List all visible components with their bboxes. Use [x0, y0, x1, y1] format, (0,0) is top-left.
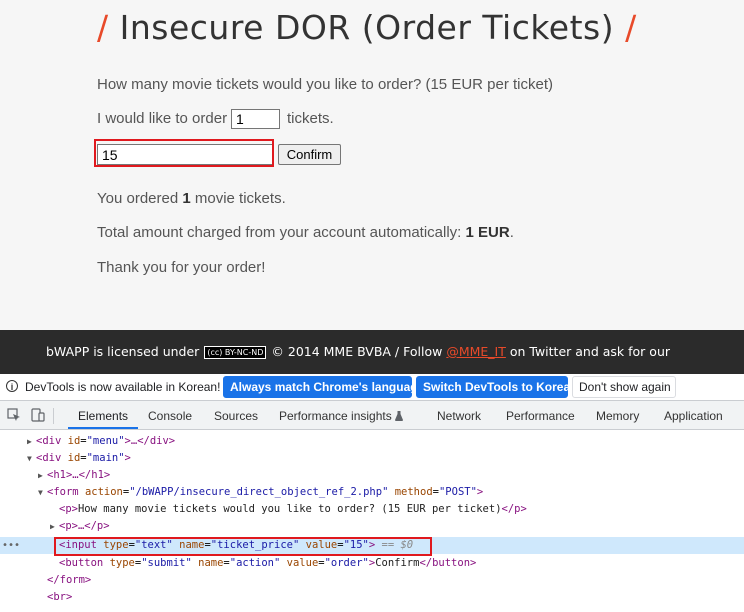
tree-row-br[interactable]: <br>	[0, 589, 744, 606]
node-div-main: <div id="main">	[36, 452, 131, 464]
tab-memory[interactable]: Memory	[596, 409, 639, 423]
tab-performance[interactable]: Performance	[506, 409, 575, 423]
always-match-language-button[interactable]: Always match Chrome's language	[223, 376, 424, 398]
footer-text: bWAPP is licensed under (cc) BY-NC-ND © 20…	[46, 344, 670, 359]
switch-to-korean-button[interactable]: Switch DevTools to Korean	[416, 376, 577, 398]
total-prefix: Total amount charged from your account a…	[97, 224, 462, 241]
node-p-collapsed: <p>…</p>	[59, 520, 110, 532]
inspect-element-icon[interactable]	[7, 408, 21, 422]
total-suffix: .	[509, 224, 514, 241]
ticket-question: How many movie tickets would you like to…	[97, 76, 554, 93]
tab-performance-insights[interactable]: Performance insights	[279, 409, 404, 423]
node-button: <button type="submit" name="action" valu…	[59, 557, 477, 569]
tab-elements[interactable]: Elements	[78, 409, 128, 423]
node-form: <form action="/bWAPP/insecure_direct_obj…	[47, 486, 484, 498]
node-input: <input type="text" name="ticket_price" v…	[59, 539, 414, 551]
tree-row-div-menu[interactable]: ▶ <div id="menu">…</div>	[0, 433, 744, 450]
total-amount: 1 EUR	[465, 224, 510, 241]
collapse-triangle-icon[interactable]: ▼	[38, 484, 43, 501]
node-br: <br>	[47, 591, 73, 603]
ordered-message: You ordered 1 movie tickets.	[97, 190, 286, 207]
footer-copyright: © 2014 MME BVBA / Follow	[271, 344, 443, 359]
tree-row-p-collapsed[interactable]: ▶ <p>…</p>	[0, 518, 744, 535]
devtools-language-infobar: i DevTools is now available in Korean! A…	[0, 374, 744, 401]
tab-separator	[53, 408, 54, 424]
ordered-suffix: movie tickets.	[194, 190, 286, 207]
twitter-link[interactable]: @MME_IT	[446, 344, 506, 359]
elements-tree: ▶ <div id="menu">…</div> ▼ <div id="main…	[0, 430, 744, 612]
infobar-text: DevTools is now available in Korean!	[25, 380, 221, 394]
collapse-triangle-icon[interactable]: ▼	[27, 450, 32, 467]
page-title-text: Insecure DOR (Order Tickets)	[119, 8, 615, 47]
title-slash-left: /	[97, 8, 109, 47]
order-suffix: tickets.	[287, 110, 334, 127]
title-slash-right: /	[625, 8, 637, 47]
node-p-question: <p>How many movie tickets would you like…	[59, 503, 527, 515]
confirm-button[interactable]: Confirm	[278, 144, 341, 165]
node-form-close: </form>	[47, 574, 92, 586]
tree-row-p-question[interactable]: <p>How many movie tickets would you like…	[0, 501, 744, 518]
tree-row-div-main[interactable]: ▼ <div id="main">	[0, 450, 744, 467]
tab-console[interactable]: Console	[148, 409, 192, 423]
footer-licensed: bWAPP is licensed under	[46, 344, 200, 359]
footer-suffix: on Twitter and ask for our	[509, 344, 670, 359]
ordered-prefix: You ordered	[97, 190, 179, 207]
expand-triangle-icon[interactable]: ▶	[38, 467, 43, 484]
order-prefix: I would like to order	[97, 110, 228, 127]
flask-icon	[395, 411, 404, 421]
tree-row-h1[interactable]: ▶ <h1>…</h1>	[0, 467, 744, 484]
selected-node-marker: == $0	[381, 539, 414, 551]
dont-show-again-button[interactable]: Don't show again	[572, 376, 676, 398]
info-icon: i	[6, 380, 18, 392]
ordered-count: 1	[182, 190, 191, 207]
tab-performance-insights-label: Performance insights	[279, 409, 392, 423]
node-div-menu: <div id="menu">…</div>	[36, 435, 176, 447]
page-title: / Insecure DOR (Order Tickets) /	[97, 8, 637, 47]
more-options-icon[interactable]: •••	[2, 537, 20, 554]
bwapp-page: / Insecure DOR (Order Tickets) / How man…	[0, 0, 744, 330]
device-toolbar-icon[interactable]	[31, 408, 45, 422]
node-h1: <h1>…</h1>	[47, 469, 111, 481]
expand-triangle-icon[interactable]: ▶	[50, 518, 55, 535]
tab-application[interactable]: Application	[664, 409, 723, 423]
tree-row-form[interactable]: ▼ <form action="/bWAPP/insecure_direct_o…	[0, 484, 744, 501]
order-quantity-input[interactable]	[231, 109, 280, 129]
total-message: Total amount charged from your account a…	[97, 224, 514, 241]
tab-sources[interactable]: Sources	[214, 409, 258, 423]
cc-license-badge[interactable]: (cc) BY-NC-ND	[204, 346, 267, 359]
devtools-tabbar: Elements Console Sources Performance ins…	[0, 401, 744, 430]
tab-network[interactable]: Network	[437, 409, 481, 423]
tree-row-input-selected[interactable]: ••• <input type="text" name="ticket_pric…	[0, 537, 744, 554]
thanks-message: Thank you for your order!	[97, 259, 266, 276]
page-footer: bWAPP is licensed under (cc) BY-NC-ND © 20…	[0, 330, 744, 374]
expand-triangle-icon[interactable]: ▶	[27, 433, 32, 450]
tree-row-form-close[interactable]: </form>	[0, 572, 744, 589]
ticket-price-input[interactable]	[97, 144, 273, 165]
active-tab-indicator	[68, 427, 138, 429]
tree-row-button[interactable]: <button type="submit" name="action" valu…	[0, 555, 744, 572]
